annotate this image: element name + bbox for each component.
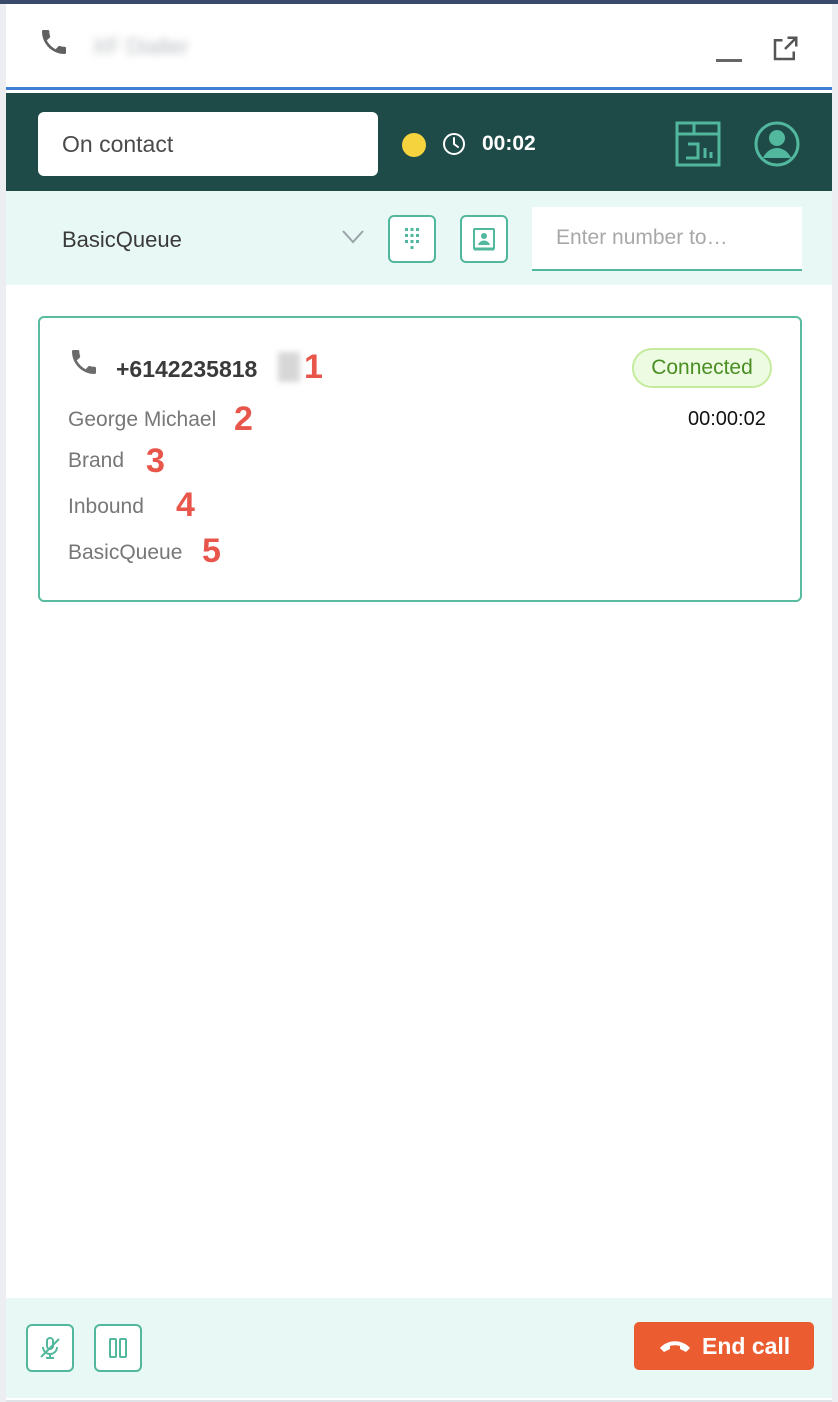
contact-card: +6142235818 1 George Michael 2 Brand 3 I…: [38, 316, 802, 602]
mute-icon: [40, 1337, 60, 1359]
dialler-window: XF Dialler On contact 00:02 BasicQueue E…: [6, 4, 832, 1400]
annotation-marker: 2: [234, 400, 253, 438]
phone-icon: [72, 350, 96, 374]
hold-icon: [109, 1338, 127, 1358]
contacts-icon: [473, 228, 495, 251]
mute-button[interactable]: [26, 1324, 74, 1372]
dialpad-button[interactable]: [388, 215, 436, 263]
dial-bar: BasicQueue: [6, 191, 832, 285]
chevron-down-icon[interactable]: [342, 229, 364, 245]
window-title: XF Dialler: [92, 34, 189, 59]
end-call-icon: [660, 1341, 690, 1352]
contact-name: George Michael: [68, 408, 217, 431]
dialpad-icon: [405, 228, 419, 249]
clock-icon: [443, 133, 465, 155]
background-right: [832, 4, 838, 1402]
end-call-label: End call: [702, 1333, 791, 1359]
end-call-button[interactable]: End call: [634, 1322, 814, 1370]
number-input[interactable]: [532, 207, 802, 271]
contact-direction: Inbound: [68, 495, 144, 518]
status-indicator: [402, 133, 426, 157]
agent-status-bar: On contact 00:02: [6, 93, 832, 191]
phone-icon: [42, 30, 66, 54]
contact-queue: BasicQueue: [68, 541, 183, 564]
status-badge: Connected: [632, 348, 772, 388]
annotation-marker: 3: [146, 442, 165, 480]
report-icon[interactable]: [674, 120, 722, 168]
annotation-marker: 1: [304, 348, 323, 386]
queue-select[interactable]: BasicQueue: [62, 227, 182, 253]
title-bar: XF Dialler: [6, 4, 832, 90]
contacts-button[interactable]: [460, 215, 508, 263]
profile-icon[interactable]: [753, 120, 801, 168]
popout-icon[interactable]: [770, 34, 800, 64]
redacted-digit: [278, 352, 300, 382]
agent-status-value: On contact: [62, 131, 174, 157]
annotation-marker: 4: [176, 486, 195, 524]
call-duration: 00:00:02: [688, 408, 766, 430]
hold-button[interactable]: [94, 1324, 142, 1372]
contact-brand: Brand: [68, 449, 125, 472]
minimize-icon[interactable]: [714, 40, 746, 70]
call-controls-bar: End call: [6, 1298, 832, 1398]
contact-phone-number: +6142235818: [116, 356, 258, 382]
annotation-marker: 5: [202, 532, 221, 570]
agent-status-select[interactable]: On contact: [38, 112, 378, 176]
status-timer: 00:02: [482, 132, 536, 155]
